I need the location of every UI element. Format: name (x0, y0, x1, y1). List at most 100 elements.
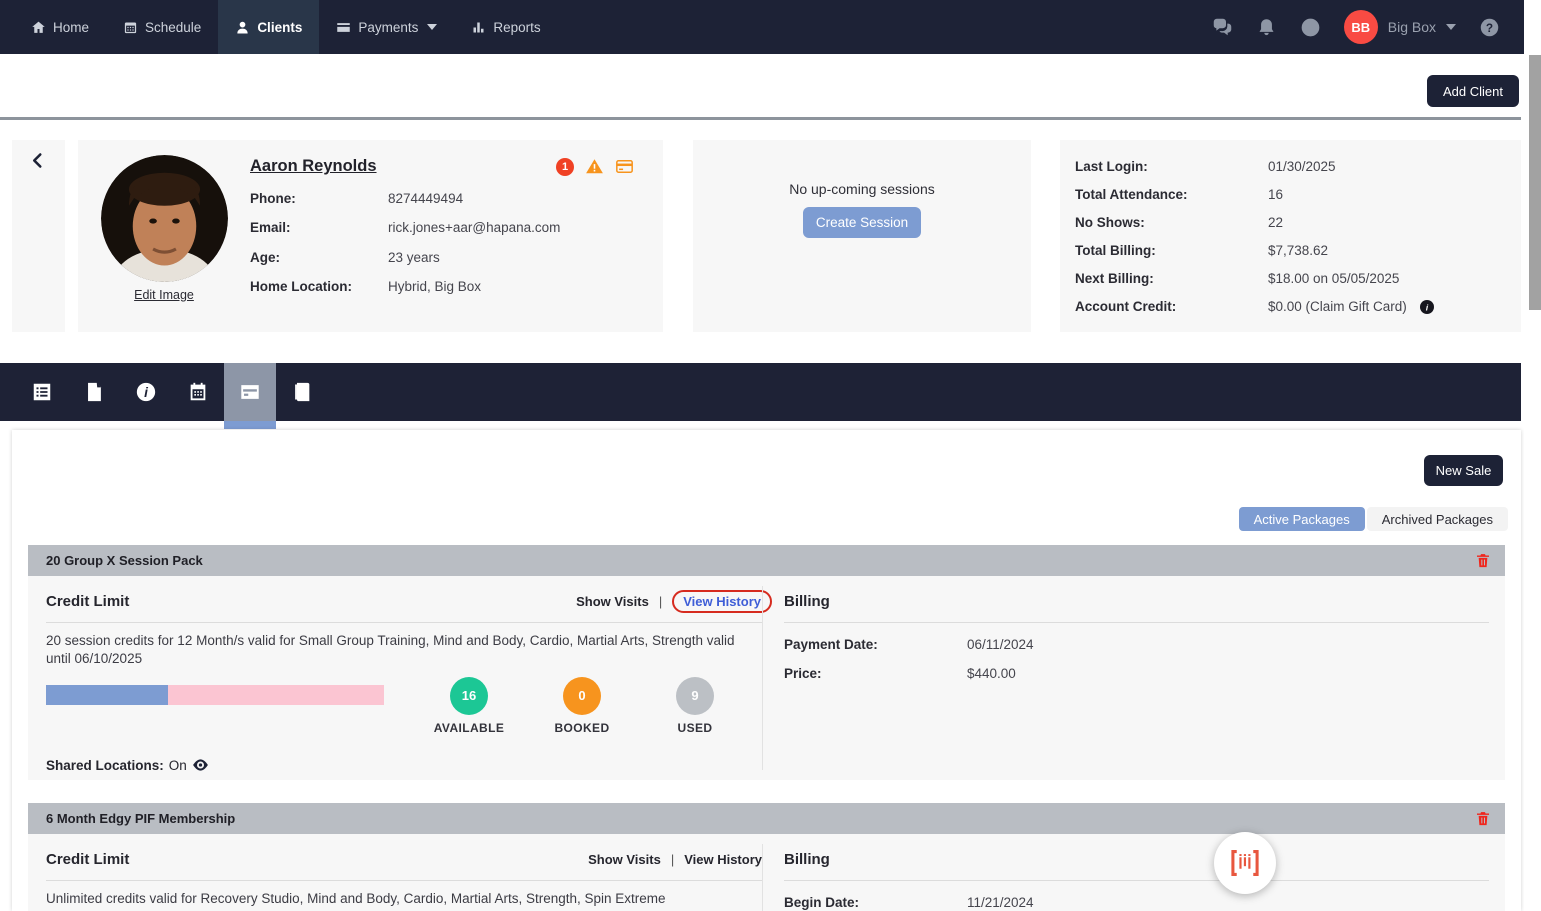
nav-item-home[interactable]: Home (14, 0, 106, 54)
package-title: 20 Group X Session Pack (46, 553, 203, 568)
shared-locations-value: On (169, 758, 187, 773)
add-client-button[interactable]: Add Client (1427, 75, 1519, 107)
previous-client-button[interactable] (12, 140, 65, 332)
edit-image-link[interactable]: Edit Image (134, 288, 194, 302)
stat-value: $0.00 (Claim Gift Card) (1268, 299, 1407, 314)
view-history-link-annotated[interactable]: View History (672, 590, 772, 613)
tab-packages[interactable] (224, 363, 276, 421)
client-field-email: Email: rick.jones+aar@hapana.com (250, 220, 663, 235)
client-name-link[interactable]: Aaron Reynolds (250, 157, 377, 176)
nav-item-payments[interactable]: Payments (319, 0, 454, 54)
billing-section: Billing Begin Date: 11/21/2024 (763, 834, 1505, 911)
section-divider (46, 880, 762, 881)
credit-card-icon (239, 381, 261, 403)
page-scrollbar (1524, 0, 1541, 911)
stat-label: No Shows: (1075, 215, 1268, 230)
shared-locations-label: Shared Locations: (46, 758, 164, 773)
billing-row-begin-date: Begin Date: 11/21/2024 (784, 895, 1489, 910)
stat-row-account-credit: Account Credit: $0.00 (Claim Gift Card) … (1075, 298, 1521, 315)
delete-package-button[interactable] (1475, 810, 1491, 827)
billing-value: $440.00 (967, 666, 1016, 681)
book-icon (291, 381, 313, 403)
help-icon[interactable]: ? (1479, 17, 1500, 38)
tab-documents[interactable] (68, 363, 120, 421)
svg-text:?: ? (1486, 20, 1493, 34)
stat-row-next-billing: Next Billing: $18.00 on 05/05/2025 (1075, 270, 1521, 287)
stat-label: Next Billing: (1075, 271, 1268, 286)
document-icon (83, 381, 105, 403)
available-count: 16 (450, 677, 488, 715)
client-field-phone: Phone: 8274449494 (250, 191, 663, 206)
stat-label: Total Billing: (1075, 243, 1268, 258)
credit-card-alert-icon[interactable] (615, 157, 634, 176)
package-header: 20 Group X Session Pack (28, 545, 1505, 576)
stat-value: $7,738.62 (1268, 243, 1328, 258)
field-label: Phone: (250, 191, 388, 206)
info-icon: i (135, 381, 157, 403)
top-navbar: Home Schedule Clients Payments Reports (0, 0, 1524, 54)
home-icon (31, 20, 46, 35)
no-sessions-message: No up-coming sessions (789, 181, 935, 197)
counter-available: 16 AVAILABLE (424, 677, 514, 735)
barcode-scan-widget-button[interactable] (1214, 832, 1276, 894)
calendar-icon (123, 20, 138, 35)
link-separator: | (671, 852, 674, 867)
stat-label: Last Login: (1075, 159, 1268, 174)
tab-notes[interactable] (276, 363, 328, 421)
stat-row-no-shows: No Shows: 22 (1075, 214, 1521, 231)
chevron-down-icon (427, 24, 437, 30)
new-sale-button[interactable]: New Sale (1424, 455, 1503, 486)
used-count: 9 (676, 677, 714, 715)
alert-count-badge[interactable]: 1 (556, 158, 574, 176)
notifications-bell-icon[interactable] (1256, 17, 1277, 38)
scrollbar-thumb[interactable] (1529, 55, 1541, 310)
account-menu[interactable]: Big Box (1388, 19, 1456, 35)
barcode-icon (1229, 849, 1261, 877)
booked-count: 0 (563, 677, 601, 715)
package-description: Unlimited credits valid for Recovery Stu… (46, 890, 741, 908)
show-visits-link[interactable]: Show Visits (588, 852, 661, 867)
package-body: Credit Limit Show Visits | View History … (28, 576, 1505, 780)
person-icon (235, 20, 250, 35)
section-divider (46, 622, 762, 623)
nav-label: Payments (358, 20, 418, 35)
show-visits-link[interactable]: Show Visits (576, 594, 649, 609)
delete-package-button[interactable] (1475, 552, 1491, 569)
tab-archived-packages[interactable]: Archived Packages (1367, 507, 1508, 531)
account-avatar[interactable]: BB (1344, 10, 1378, 44)
client-info-column: Aaron Reynolds 1 Phone: 8274449494 Email… (250, 140, 663, 332)
client-field-age: Age: 23 years (250, 250, 663, 265)
view-history-link[interactable]: View History (684, 852, 762, 867)
eye-icon[interactable] (192, 758, 209, 772)
nav-item-reports[interactable]: Reports (454, 0, 557, 54)
stat-value: $18.00 on 05/05/2025 (1268, 271, 1399, 286)
field-value: 23 years (388, 250, 440, 265)
counter-label: USED (650, 721, 740, 735)
recent-activity-clock-icon[interactable] (1300, 17, 1321, 38)
stat-label: Account Credit: (1075, 299, 1268, 314)
stat-value: 01/30/2025 (1268, 159, 1336, 174)
nav-item-schedule[interactable]: Schedule (106, 0, 218, 54)
client-summary-card: Edit Image Aaron Reynolds 1 Phone: 82744… (78, 140, 663, 332)
stat-value: 22 (1268, 215, 1283, 230)
create-session-button[interactable]: Create Session (803, 207, 921, 238)
list-icon (31, 381, 53, 403)
tab-overview[interactable] (16, 363, 68, 421)
account-credit-info-icon[interactable]: i (1419, 299, 1435, 315)
warning-icon[interactable] (585, 157, 604, 176)
billing-value: 06/11/2024 (967, 637, 1034, 652)
billing-label: Begin Date: (784, 895, 967, 910)
tab-info[interactable]: i (120, 363, 172, 421)
billing-title: Billing (784, 851, 830, 868)
tab-active-packages[interactable]: Active Packages (1239, 507, 1365, 531)
usage-row: 16 AVAILABLE 0 BOOKED 9 USED (46, 682, 762, 735)
tab-schedule[interactable] (172, 363, 224, 421)
messages-icon[interactable] (1212, 17, 1233, 38)
packages-panel: New Sale Active Packages Archived Packag… (12, 430, 1521, 911)
main-nav: Home Schedule Clients Payments Reports (0, 0, 558, 54)
navbar-tools: BB Big Box ? (1212, 0, 1524, 54)
nav-item-clients[interactable]: Clients (218, 0, 319, 54)
shared-locations-row: Shared Locations: On (46, 758, 762, 773)
stat-row-total-billing: Total Billing: $7,738.62 (1075, 242, 1521, 259)
stat-row-total-attendance: Total Attendance: 16 (1075, 186, 1521, 203)
